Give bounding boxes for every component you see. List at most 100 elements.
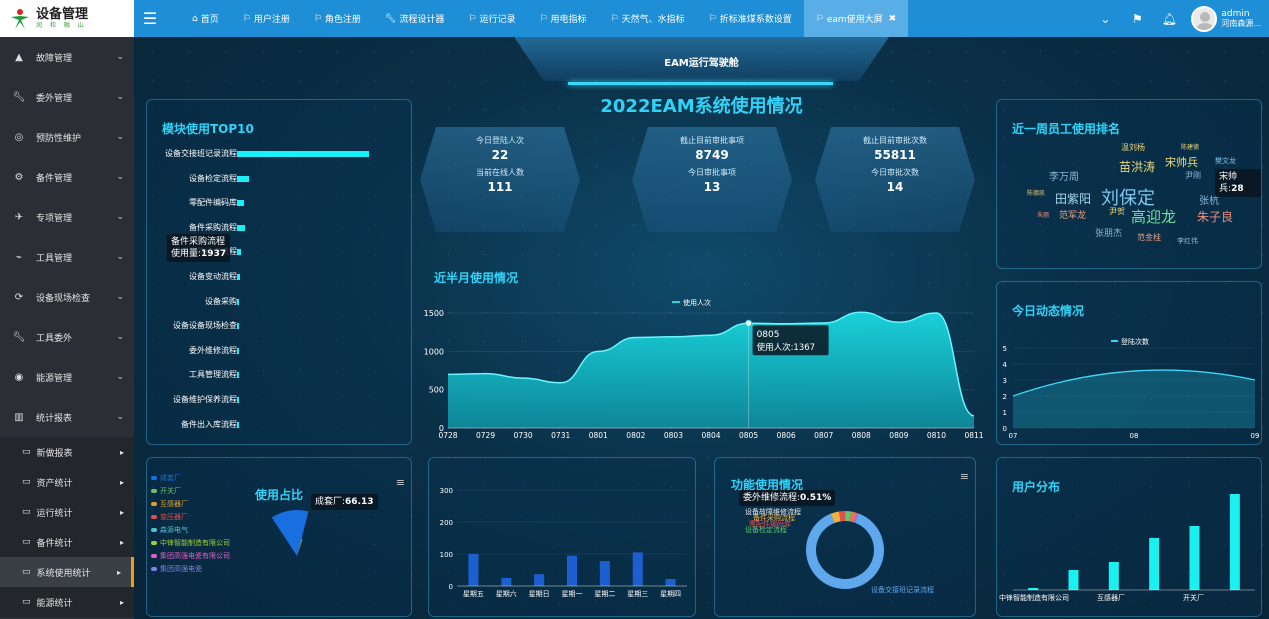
sidebar-item-6[interactable]: ⟳ 设备现场检查 ⌄ [0,277,134,317]
x-tick-label: 星期六 [496,589,517,598]
ranking-word: 朱子良 [1197,210,1234,224]
sidebar-item-label: 统计报表 [36,413,73,424]
sidebar-subitem-label: 运行统计 [36,508,73,519]
top10-label: 工具管理流程 [189,370,237,380]
ranking-word: 范军龙 [1059,211,1087,221]
x-tick-label: 07 [1009,432,1018,440]
sidebar-item-9[interactable]: ▥ 统计报表 ⌄ [0,397,134,437]
tab-5[interactable]: ⚐ 用电指标 [527,0,598,37]
y-tick-label: 100 [440,551,453,559]
wrench-icon: 🔧︎ [12,91,26,103]
sidebar-subitem-5[interactable]: ▭ 能源统计 ▸ [0,587,134,617]
sidebar-item-3[interactable]: ⚙ 备件管理 ⌄ [0,157,134,197]
top10-bar [237,175,249,182]
sidebar-item-5[interactable]: ⌁ 工具管理 ⌄ [0,237,134,277]
sidebar-item-8[interactable]: ◉ 能源管理 ⌄ [0,357,134,397]
top10-tooltip: 备件采购流程 使用量:1937 [167,234,231,262]
x-tick-label: 08 [1130,432,1139,440]
folder-icon: ▭ [22,567,31,577]
tab-6[interactable]: ⚐ 天然气、水指标 [599,0,697,37]
chevron-down-icon: ⌄ [116,332,124,342]
double-chevron-down-icon[interactable]: ⌄ [1089,12,1121,26]
user-dist-chart: 中锋智能制造有限公司 互感器厂 开关厂 [999,494,1255,602]
usage-ratio-tooltip: 成套厂:66.13 [311,494,378,510]
top10-row: 委外维修流程 [147,345,417,359]
paperclip-icon: ⌁ [15,251,23,263]
ranking-word: 范金桂 [1137,233,1161,242]
today-chart: 0 1 2 3 4 5 07 08 09 登陆次数 [1003,337,1260,440]
top10-label: 设备采购 [205,296,237,306]
stat-l2: 今日审批次数 [871,168,919,177]
x-tick-label: 0807 [814,431,833,440]
tab-0[interactable]: ⌂ 首页 [180,0,231,37]
tab-4[interactable]: ⚐ 运行记录 [456,0,527,37]
svg-text:0805: 0805 [757,330,780,340]
ranking-panel: 近一周员工使用排名 温刘杨 陈建德 苗洪涛 宋帅兵 樊文龙 李万周 尹刚 田紫阳 刘保定 张杭 陈德… [996,99,1262,269]
function-usage-panel: 功能使用情况 ≡ 设备故障维修流程 备件采购流程 零配件编码库 设备检定流程 设备交接班… [714,457,976,617]
top10-label: 零配件编码库 [189,198,237,208]
top10-label: 设备维护保养流程 [173,395,237,404]
top10-label: 设备交接班记录流程 [165,149,237,158]
top10-row: 设备交接班记录流程 [147,148,417,162]
stat-l2: 当前在线人数 [476,168,524,177]
tab-2[interactable]: ⚐ 角色注册 [302,0,373,37]
user-menu[interactable]: admin 河南森源... [1191,5,1261,32]
tab-label: 运行记录 [479,15,516,25]
stat-v2: 111 [487,180,513,194]
top10-bar [237,347,239,354]
sidebar-item-0[interactable]: ▲ 故障管理 ⌄ [0,37,134,77]
x-tick-label: 0808 [852,431,871,440]
top-bar: 设备管理 润 和 融 山 ☰ ⌂ 首页 ⚐ 用户注册 ⚐ 角色注册 🔧︎ 流程设计器 ⚐ 运行记录… [0,0,1269,37]
y-tick-label: 1 [1003,409,1007,417]
sidebar-subitem-1[interactable]: ▭ 资产统计 ▸ [0,467,134,497]
x-tick-label: 0803 [664,431,683,440]
y-tick-label: 300 [440,487,453,495]
x-tick-label: 0809 [889,431,908,440]
sidebar-item-label: 能源管理 [36,373,73,384]
sidebar-subitem-0[interactable]: ▭ 新做报表 ▸ [0,437,134,467]
x-tick-label: 星期五 [463,590,484,598]
tab-7[interactable]: ⚐ 折标准煤系数设置 [697,0,804,37]
weekly-bar [468,554,479,586]
chevron-down-icon: ⌄ [116,52,124,62]
sidebar-subitem-3[interactable]: ▭ 备件统计 ▸ [0,527,134,557]
ranking-word: 李红伟 [1177,237,1198,245]
weekly-bar [534,574,545,586]
sidebar-item-2[interactable]: ◎ 预防性维护 ⌄ [0,117,134,157]
sidebar-item-7[interactable]: 🔧︎ 工具委外 ⌄ [0,317,134,357]
top10-label: 设备检定流程 [189,173,237,183]
nav-tabs: ⌂ 首页 ⚐ 用户注册 ⚐ 角色注册 🔧︎ 流程设计器 ⚐ 运行记录 ⚐ 用电指标 ⚐ 天然气、水指标 ⚐ 折… [180,0,909,37]
stat-l2: 今日审批事项 [688,168,736,177]
legend-label: 使用人次 [683,298,711,307]
x-tick-label: 0810 [927,431,946,440]
stat-v2: 13 [703,180,721,194]
sidebar-subitem-2[interactable]: ▭ 运行统计 ▸ [0,497,134,527]
ranking-word: 樊文龙 [1215,157,1236,165]
top10-row: 设备设备现场检查 [147,320,417,334]
avatar [1191,5,1218,32]
sidebar-subitem-4[interactable]: ▭ 系统使用统计 ▸ [0,557,134,587]
bell-icon[interactable]: 🔔︎ [1153,12,1185,26]
sidebar-item-4[interactable]: ✈ 专项管理 ⌄ [0,197,134,237]
y-tick-label: 4 [1003,361,1008,369]
tab-1[interactable]: ⚐ 用户注册 [231,0,302,37]
close-icon[interactable]: ✖ [889,14,897,24]
tab-3[interactable]: 🔧︎ 流程设计器 [373,0,456,37]
usage-ratio-panel: 使用占比 ≡ 成套厂 开关厂 互感器厂 变压器厂 森源电气 中锋智能制造有限公司 集团高强电… [146,457,412,617]
x-tick-label: 星期日 [529,590,550,598]
tab-8[interactable]: ⚐ eam使用大屏 ✖ [803,0,909,37]
stat-l1: 今日登陆人次 [476,136,524,145]
x-tick-label: 中锋智能制造有限公司 [999,593,1069,602]
top10-label: 委外维修流程 [189,345,237,355]
flag-icon[interactable]: ⚑ [1121,12,1153,26]
top10-row: 零配件编码库 [147,197,417,211]
flag-icon: ⚐ [539,13,548,24]
menu-toggle-icon[interactable]: ☰ [140,9,160,28]
usage-ratio-chart [271,510,309,556]
app-subtitle: 润 和 融 山 [36,21,87,29]
warning-icon: ▲ [15,51,23,63]
sidebar-item-1[interactable]: 🔧︎ 委外管理 ⌄ [0,77,134,117]
weekly-bar [501,578,512,586]
logo[interactable]: 设备管理 润 和 融 山 [0,0,134,37]
ranking-word: 温刘杨 [1121,143,1145,152]
